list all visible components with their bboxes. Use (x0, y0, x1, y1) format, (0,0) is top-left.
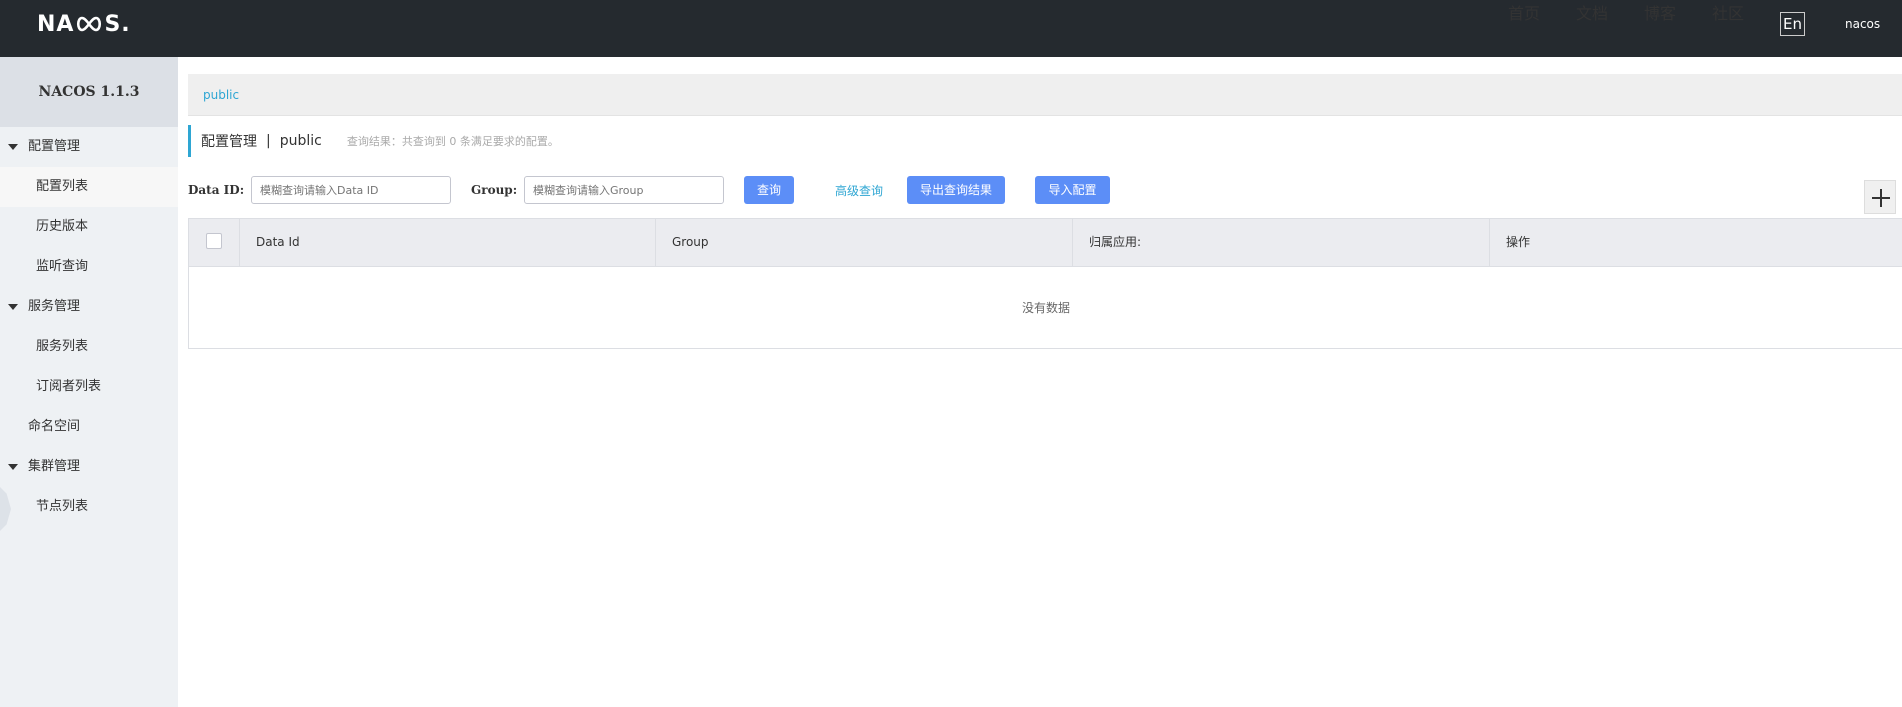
sidebar-group-label: 服务管理 (28, 299, 81, 314)
sidebar-item-history[interactable]: 历史版本 (0, 207, 178, 247)
page-title-text: 配置管理 (201, 134, 257, 150)
column-header-dataid[interactable]: Data Id (240, 219, 656, 266)
advanced-query-link[interactable]: 高级查询 (835, 182, 883, 199)
page-title: 配置管理 | public 查询结果：共查询到 0 条满足要求的配置。 (188, 125, 559, 157)
sidebar-item-service-list[interactable]: 服务列表 (0, 327, 178, 367)
logo-text-left: NA (37, 11, 75, 37)
sidebar-item-label: 订阅者列表 (36, 379, 102, 394)
user-name[interactable]: nacos (1845, 17, 1880, 31)
table-header: Data Id Group 归属应用: 操作 (189, 219, 1902, 267)
sidebar-item-label: 监听查询 (36, 259, 89, 274)
nacos-logo[interactable]: NA S. (37, 11, 131, 37)
add-config-button[interactable] (1864, 180, 1896, 214)
sidebar-item-listener-query[interactable]: 监听查询 (0, 247, 178, 287)
column-header-app[interactable]: 归属应用: (1073, 219, 1490, 266)
sidebar-group-cluster-management[interactable]: 集群管理 (0, 447, 178, 487)
sidebar-item-label: 命名空间 (28, 419, 81, 434)
sidebar-item-label: 节点列表 (36, 499, 89, 514)
sidebar-group-config-management[interactable]: 配置管理 (0, 127, 178, 167)
column-header-actions: 操作 (1506, 235, 1531, 249)
query-result-text: 查询结果：共查询到 0 条满足要求的配置。 (346, 135, 559, 148)
title-separator: | (266, 133, 271, 149)
dataid-label: Data ID: (188, 183, 245, 197)
select-all-checkbox[interactable] (206, 233, 222, 249)
query-button[interactable]: 查询 (744, 176, 794, 204)
logo-infinity-icon (75, 16, 103, 32)
dataid-search-input[interactable] (251, 176, 451, 204)
sidebar-item-node-list[interactable]: 节点列表 (0, 487, 178, 527)
sidebar-item-subscriber-list[interactable]: 订阅者列表 (0, 367, 178, 407)
caret-down-icon (8, 304, 18, 310)
sidebar: NACOS 1.1.3 配置管理 配置列表 历史版本 监听查询 服务管理 服务列… (0, 57, 178, 707)
caret-down-icon (8, 144, 18, 150)
column-header-group[interactable]: Group (656, 219, 1073, 266)
sidebar-item-config-list[interactable]: 配置列表 (0, 167, 178, 207)
table-empty-message: 没有数据 (1021, 301, 1070, 315)
sidebar-group-label: 配置管理 (28, 139, 81, 154)
namespace-bar: public (188, 74, 1902, 116)
sidebar-group-service-management[interactable]: 服务管理 (0, 287, 178, 327)
sidebar-item-label: 历史版本 (36, 219, 89, 234)
sidebar-brand-title: NACOS 1.1.3 (0, 57, 178, 127)
page-title-namespace: public (279, 133, 322, 149)
group-label: Group: (471, 183, 518, 197)
top-nav-bar: NA S. 首页 文档 博客 社区 En nacos (0, 0, 1902, 57)
select-all-cell (189, 219, 240, 266)
sidebar-item-label: 服务列表 (36, 339, 89, 354)
caret-down-icon (8, 464, 18, 470)
logo-text-right: S. (104, 11, 131, 37)
search-toolbar: Data ID: Group: 查询 高级查询 导出查询结果 导入配置 (188, 176, 1902, 204)
sidebar-item-namespace[interactable]: 命名空间 (0, 407, 178, 447)
sidebar-item-label: 配置列表 (36, 179, 89, 194)
export-results-button[interactable]: 导出查询结果 (907, 176, 1005, 204)
namespace-tab-public[interactable]: public (203, 88, 239, 102)
sidebar-group-label: 集群管理 (28, 459, 81, 474)
import-config-button[interactable]: 导入配置 (1035, 176, 1110, 204)
language-switch-button[interactable]: En (1780, 12, 1805, 36)
config-table: Data Id Group 归属应用: 操作 没有数据 (188, 218, 1902, 349)
group-search-input[interactable] (524, 176, 724, 204)
